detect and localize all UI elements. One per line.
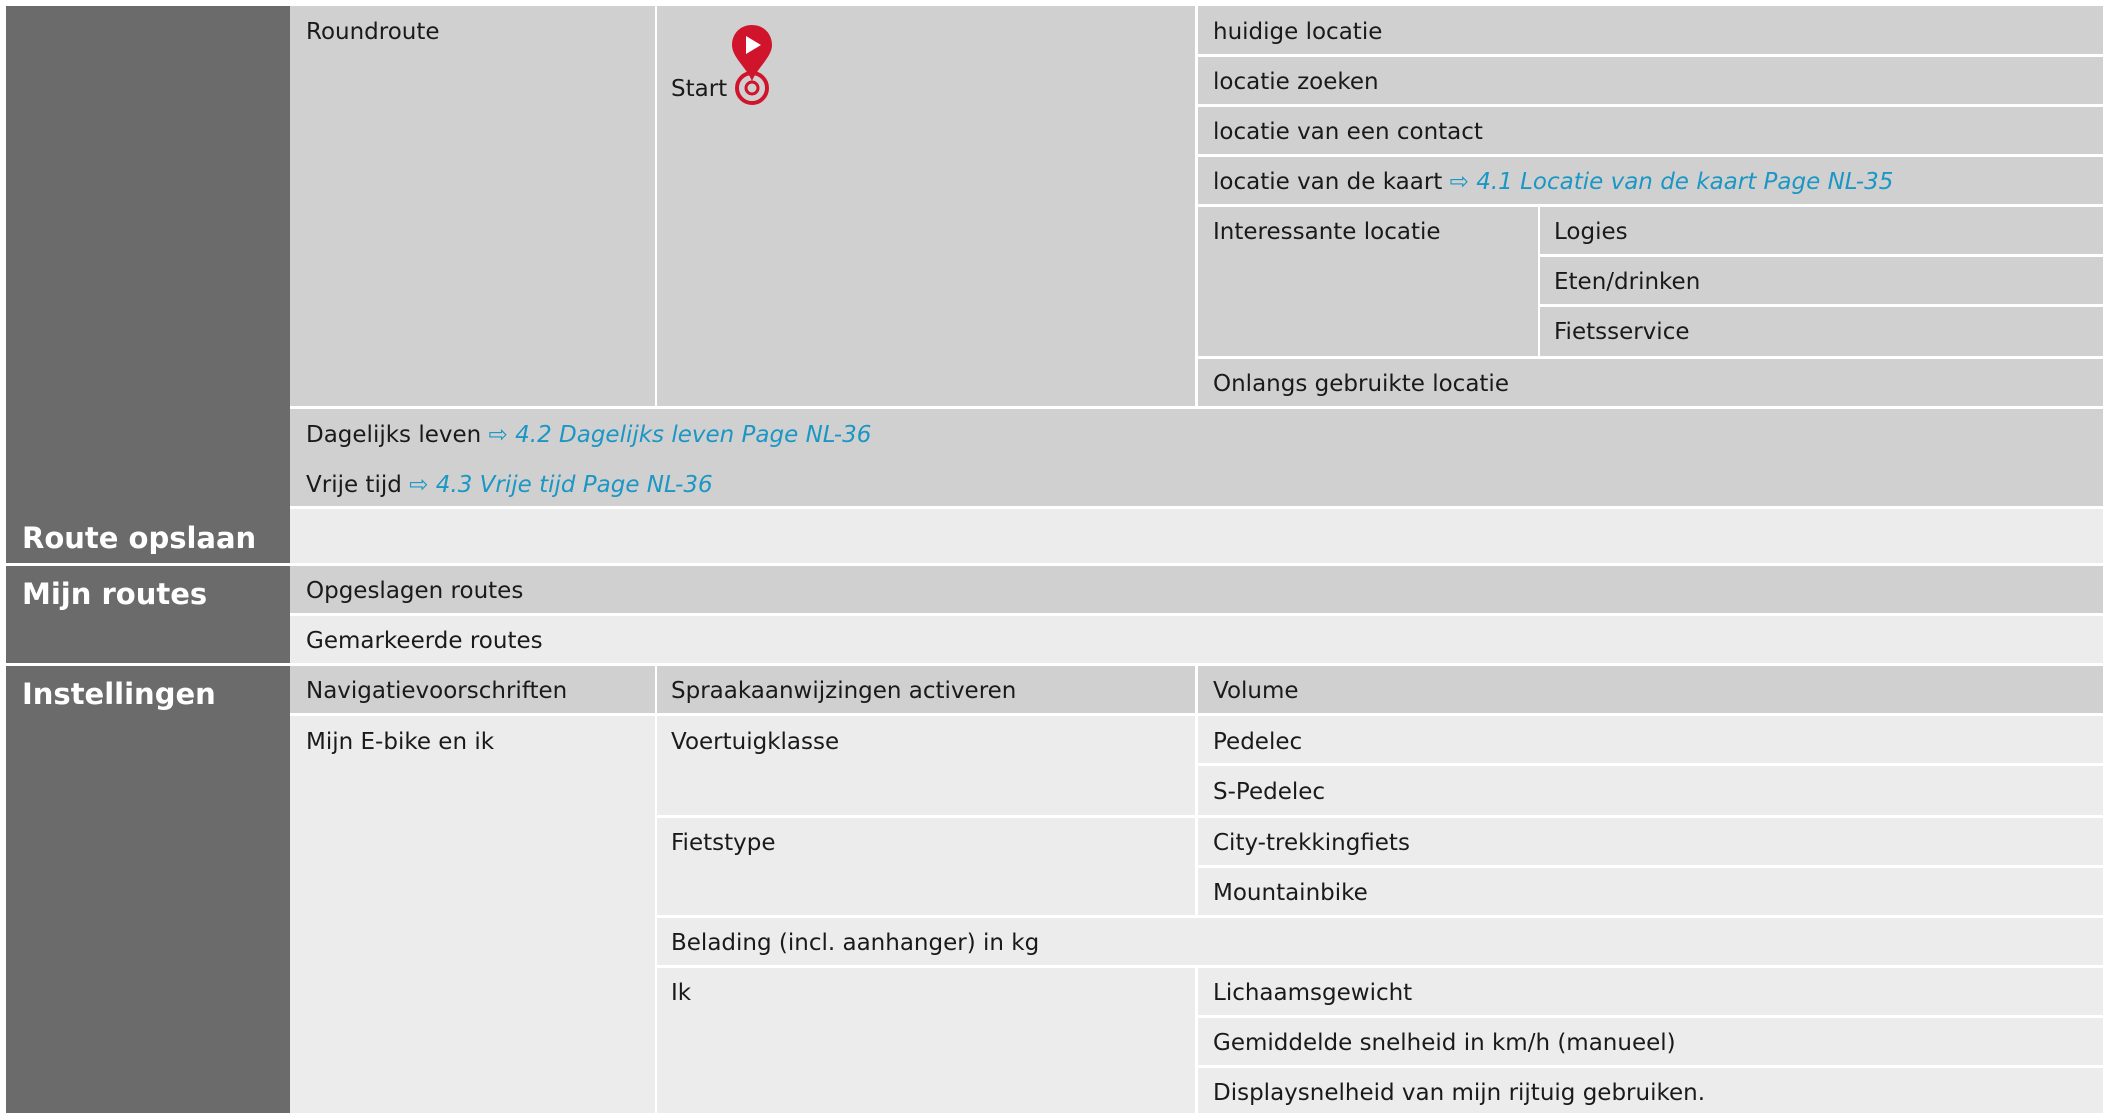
link-arrow-icon: ⇨ xyxy=(409,472,429,498)
option-onlangs-gebruikt-label: Onlangs gebruikte locatie xyxy=(1213,371,1509,397)
navigatievoorschriften-label: Navigatievoorschriften xyxy=(306,678,568,704)
sidebar-label-mijn-routes: Mijn routes xyxy=(22,577,208,611)
link-vrije-tijd[interactable]: 4.3 Vrije tijd Page NL-36 xyxy=(436,472,713,498)
option-locatie-zoeken-label: locatie zoeken xyxy=(1213,69,1379,95)
ik-cell xyxy=(657,968,1195,1113)
s-pedelec-label: S-Pedelec xyxy=(1213,779,1326,805)
gemiddelde-snelheid-label: Gemiddelde snelheid in km/h (manueel) xyxy=(1213,1030,1676,1056)
volume-cell[interactable] xyxy=(1198,666,2103,713)
volume-label: Volume xyxy=(1213,678,1299,704)
city-trekking-label: City-trekkingfiets xyxy=(1213,830,1410,856)
link-dagelijks-leven[interactable]: 4.2 Dagelijks leven Page NL-36 xyxy=(515,422,871,448)
start-label: Start xyxy=(671,76,728,102)
link-locatie-kaart[interactable]: 4.1 Locatie van de kaart Page NL-35 xyxy=(1476,169,1893,195)
mountainbike-label: Mountainbike xyxy=(1213,880,1368,906)
gemarkeerde-routes-cell[interactable] xyxy=(290,616,2103,663)
ebike-cell xyxy=(290,716,655,1113)
gemarkeerde-routes-label: Gemarkeerde routes xyxy=(306,628,543,654)
displaysnelheid-label: Displaysnelheid van mijn rijtuig gebruik… xyxy=(1213,1080,1706,1106)
sidebar-label-route-opslaan: Route opslaan xyxy=(22,521,257,555)
vrije-tijd-label: Vrije tijd xyxy=(306,472,402,498)
sidebar-section-instellingen xyxy=(6,666,290,1113)
pedelec-cell[interactable] xyxy=(1198,716,2103,763)
start-pin-icon xyxy=(729,23,775,107)
link-arrow-icon: ⇨ xyxy=(488,422,508,448)
roundroute-label: Roundroute xyxy=(306,19,440,45)
pedelec-label: Pedelec xyxy=(1213,729,1303,755)
dagelijks-leven-label: Dagelijks leven xyxy=(306,422,482,448)
lichaamsgewicht-label: Lichaamsgewicht xyxy=(1213,980,1413,1006)
option-fietsservice-label: Fietsservice xyxy=(1554,319,1690,345)
roundroute-cell xyxy=(290,6,655,406)
ik-label: Ik xyxy=(671,980,692,1006)
option-huidige-locatie-label: huidige locatie xyxy=(1213,19,1383,45)
option-locatie-contact-label: locatie van een contact xyxy=(1213,119,1483,145)
option-logies-label: Logies xyxy=(1554,219,1628,245)
sidebar-label-instellingen: Instellingen xyxy=(22,677,216,711)
ebike-label: Mijn E-bike en ik xyxy=(306,729,495,755)
opgeslagen-routes-label: Opgeslagen routes xyxy=(306,578,524,604)
belading-label: Belading (incl. aanhanger) in kg xyxy=(671,930,1040,956)
opgeslagen-routes-cell[interactable] xyxy=(290,566,2103,613)
route-opslaan-cell xyxy=(290,509,2103,563)
option-eten-drinken-label: Eten/drinken xyxy=(1554,269,1701,295)
option-interessante-locatie-label: Interessante locatie xyxy=(1213,219,1441,245)
fietstype-label: Fietstype xyxy=(671,830,776,856)
sidebar-section-top xyxy=(6,6,290,563)
vrije-tijd-row: Vrije tijd ⇨ 4.3 Vrije tijd Page NL-36 xyxy=(306,474,713,497)
spraak-label: Spraakaanwijzingen activeren xyxy=(671,678,1017,704)
dagelijks-leven-row: Dagelijks leven ⇨ 4.2 Dagelijks leven Pa… xyxy=(306,424,871,447)
s-pedelec-cell[interactable] xyxy=(1198,766,2103,815)
link-arrow-icon: ⇨ xyxy=(1449,169,1469,195)
option-locatie-kaart-text: locatie van de kaart xyxy=(1213,169,1443,195)
option-locatie-kaart-label: locatie van de kaart ⇨ 4.1 Locatie van d… xyxy=(1213,171,1893,194)
voertuigklasse-label: Voertuigklasse xyxy=(671,729,840,755)
